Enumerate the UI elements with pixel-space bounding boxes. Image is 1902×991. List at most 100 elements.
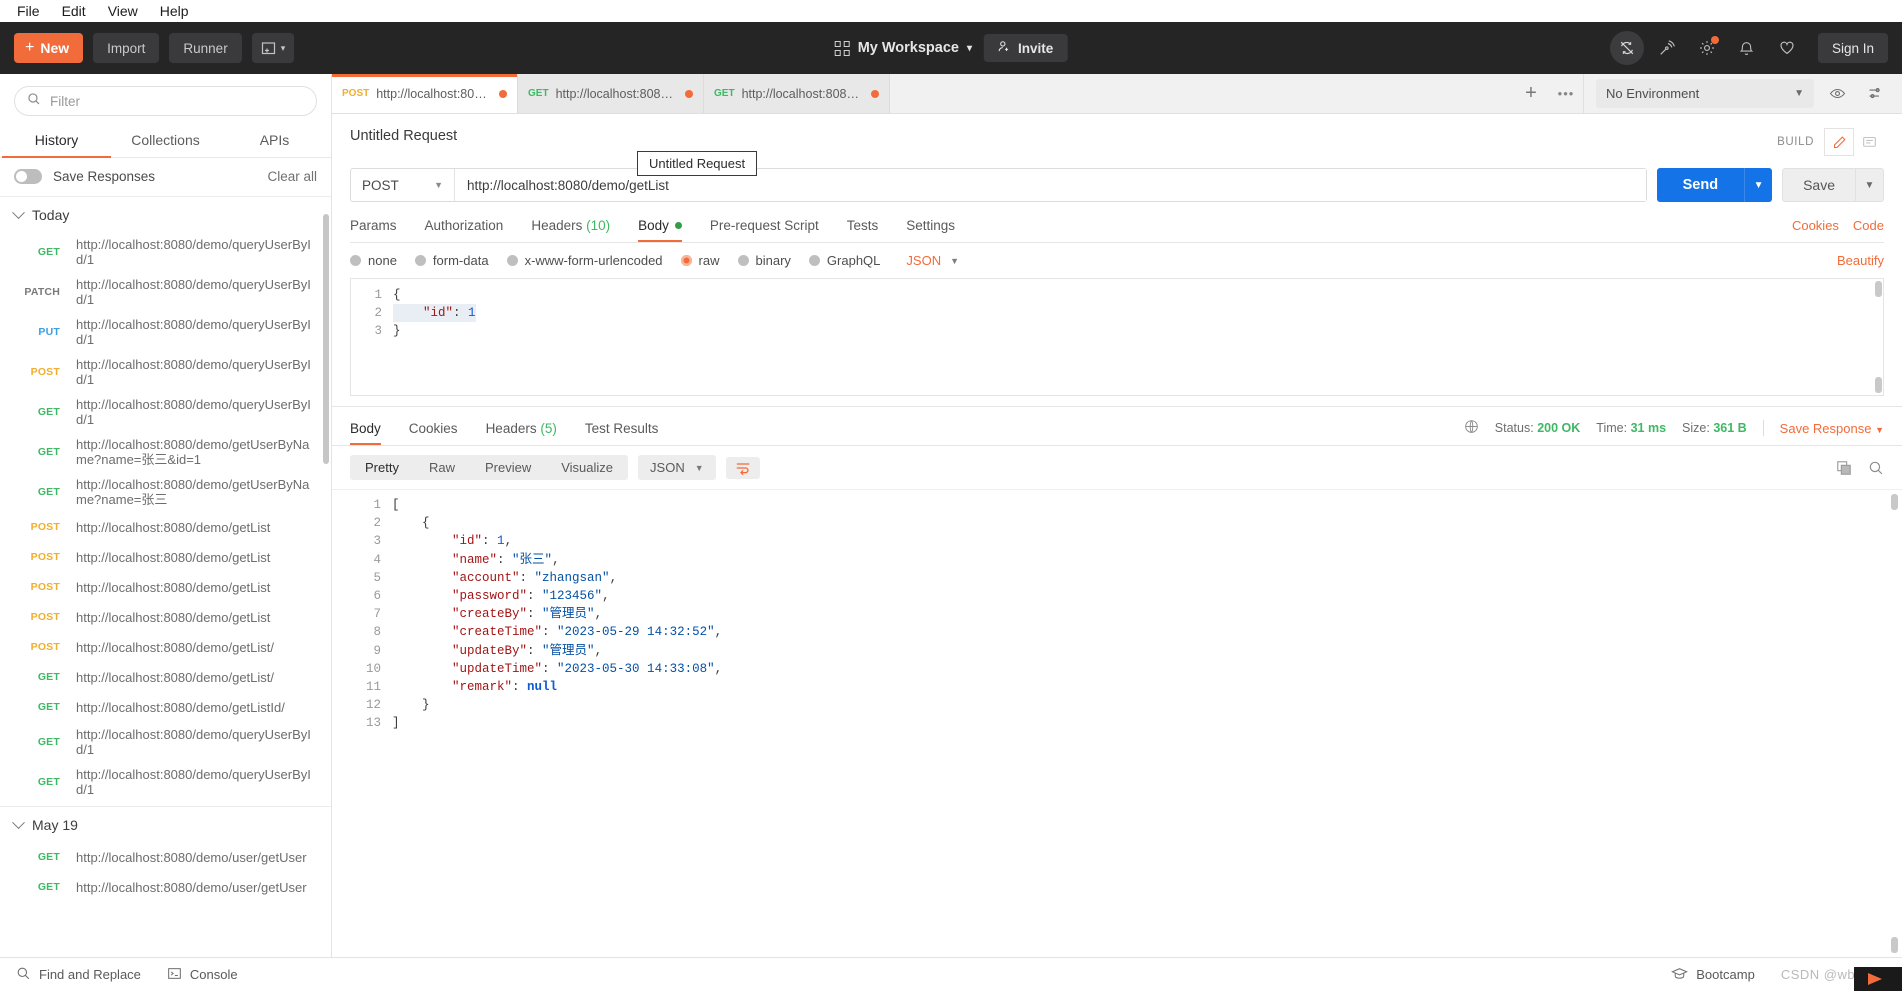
console-button[interactable]: Console <box>167 966 238 984</box>
list-item[interactable]: GET http://localhost:8080/demo/queryUserB… <box>0 232 331 272</box>
unsaved-dot-icon[interactable] <box>499 89 507 98</box>
bell-icon[interactable] <box>1730 31 1764 65</box>
body-type-raw[interactable]: raw <box>680 253 731 268</box>
list-item[interactable]: POST http://localhost:8080/demo/queryUser… <box>0 352 331 392</box>
menu-view[interactable]: View <box>97 0 149 22</box>
request-title[interactable]: Untitled Request <box>350 128 457 144</box>
radio-icon[interactable] <box>680 255 692 266</box>
list-item[interactable]: POST http://localhost:8080/demo/getList/ <box>0 632 331 662</box>
word-wrap-icon[interactable] <box>725 456 760 479</box>
new-button[interactable]: + New <box>14 33 84 63</box>
request-body-code[interactable]: 1{2 "id": 1 3} <box>351 279 1883 340</box>
tab-authorization[interactable]: Authorization <box>411 214 518 242</box>
list-item[interactable]: GET http://localhost:8080/demo/getUserByN… <box>0 432 331 472</box>
request-tab-0[interactable]: POST http://localhost:8080/demo/g... <box>332 74 518 113</box>
body-type-binary[interactable]: binary <box>737 253 802 268</box>
unsaved-dot-icon[interactable] <box>871 89 879 98</box>
eye-icon[interactable] <box>1822 79 1852 108</box>
new-window-button[interactable]: ▾ <box>251 33 295 63</box>
workspace-selector[interactable]: My Workspace ▾ <box>834 40 972 56</box>
heart-icon[interactable] <box>1770 31 1804 65</box>
list-item[interactable]: PUT http://localhost:8080/demo/queryUserB… <box>0 312 331 352</box>
sidebar-tab-history[interactable]: History <box>2 126 111 158</box>
edit-pencil-icon[interactable] <box>1824 128 1854 156</box>
radio-icon[interactable] <box>506 255 518 266</box>
list-item[interactable]: GET http://localhost:8080/demo/queryUserB… <box>0 762 331 802</box>
url-input[interactable] <box>455 169 1646 201</box>
sidebar-tab-collections[interactable]: Collections <box>111 126 220 157</box>
response-tab-headers[interactable]: Headers (5) <box>472 417 571 445</box>
copy-icon[interactable] <box>1836 460 1852 476</box>
beautify-button[interactable]: Beautify <box>1837 253 1884 268</box>
tab-params[interactable]: Params <box>350 214 411 242</box>
history-group-header[interactable]: Today <box>0 197 331 232</box>
sign-in-button[interactable]: Sign In <box>1817 33 1888 63</box>
list-item[interactable]: GET http://localhost:8080/demo/getList/ <box>0 662 331 692</box>
view-mode-preview[interactable]: Preview <box>470 455 546 480</box>
list-item[interactable]: GET http://localhost:8080/demo/user/getUs… <box>0 842 331 872</box>
gear-icon[interactable] <box>1690 31 1724 65</box>
satellite-icon[interactable] <box>1650 31 1684 65</box>
list-item[interactable]: GET http://localhost:8080/demo/getUserByN… <box>0 472 331 512</box>
response-scrollbar-top[interactable] <box>1891 494 1898 510</box>
list-item[interactable]: GET http://localhost:8080/demo/queryUserB… <box>0 722 331 762</box>
comment-icon[interactable] <box>1854 128 1884 156</box>
response-scrollbar-bottom[interactable] <box>1891 937 1898 953</box>
editor-scrollbar-bottom[interactable] <box>1875 377 1882 393</box>
response-body-code[interactable]: 1[2 {3 "id": 1, 4 "name": "张三", 5 "account… <box>332 490 1902 733</box>
view-mode-raw[interactable]: Raw <box>414 455 470 480</box>
send-button[interactable]: Send <box>1656 168 1745 202</box>
tab-options-button[interactable]: ••• <box>1549 74 1583 113</box>
list-item[interactable]: GET http://localhost:8080/demo/user/getUs… <box>0 872 331 902</box>
response-tab-body[interactable]: Body <box>350 417 395 445</box>
find-and-replace-button[interactable]: Find and Replace <box>16 966 141 984</box>
runner-button[interactable]: Runner <box>169 33 242 63</box>
sync-off-icon[interactable] <box>1609 31 1644 65</box>
tab-settings[interactable]: Settings <box>892 214 969 242</box>
search-input[interactable] <box>50 93 304 109</box>
method-select[interactable]: POST ▼ <box>351 169 455 201</box>
code-link[interactable]: Code <box>1853 218 1884 233</box>
cookies-link[interactable]: Cookies <box>1792 218 1839 233</box>
unsaved-dot-icon[interactable] <box>685 89 693 98</box>
tab-body[interactable]: Body <box>624 214 696 242</box>
filter-box[interactable] <box>14 86 317 116</box>
request-tab-2[interactable]: GET http://localhost:8080/demo/qu... <box>704 74 890 113</box>
list-item[interactable]: POST http://localhost:8080/demo/getList <box>0 542 331 572</box>
radio-icon[interactable] <box>737 255 749 266</box>
save-response-button[interactable]: Save Response ▼ <box>1780 421 1884 436</box>
clear-all-button[interactable]: Clear all <box>267 169 317 184</box>
save-options-button[interactable]: ▼ <box>1856 168 1884 202</box>
view-mode-pretty[interactable]: Pretty <box>350 455 414 480</box>
body-type-form-data[interactable]: form-data <box>414 253 500 268</box>
save-responses-toggle[interactable] <box>14 169 42 184</box>
save-button[interactable]: Save <box>1782 168 1856 202</box>
send-options-button[interactable]: ▼ <box>1744 168 1773 202</box>
view-mode-visualize[interactable]: Visualize <box>546 455 628 480</box>
response-body[interactable]: 1[2 {3 "id": 1, 4 "name": "张三", 5 "account… <box>332 489 1902 957</box>
list-item[interactable]: POST http://localhost:8080/demo/getList <box>0 602 331 632</box>
body-type-none[interactable]: none <box>350 253 408 268</box>
raw-format-select[interactable]: JSON ▼ <box>906 253 959 268</box>
response-format-select[interactable]: JSON ▼ <box>638 455 716 480</box>
sidebar-tab-apis[interactable]: APIs <box>220 126 329 157</box>
history-group-header[interactable]: May 19 <box>0 806 331 842</box>
bootcamp-button[interactable]: Bootcamp <box>1671 966 1755 984</box>
response-tab-cookies[interactable]: Cookies <box>395 417 472 445</box>
list-item[interactable]: POST http://localhost:8080/demo/getList <box>0 572 331 602</box>
history-list[interactable]: Today GET http://localhost:8080/demo/query… <box>0 197 331 957</box>
body-type-x-www-form-urlencoded[interactable]: x-www-form-urlencoded <box>506 253 674 268</box>
list-item[interactable]: GET http://localhost:8080/demo/queryUserB… <box>0 392 331 432</box>
list-item[interactable]: POST http://localhost:8080/demo/getList <box>0 512 331 542</box>
tab-tests[interactable]: Tests <box>833 214 893 242</box>
request-tab-1[interactable]: GET http://localhost:8080/demo/get... <box>518 74 704 113</box>
radio-icon[interactable] <box>414 255 426 266</box>
environment-selector[interactable]: No Environment ▼ <box>1596 79 1814 108</box>
body-type-graphql[interactable]: GraphQL <box>808 253 891 268</box>
menu-edit[interactable]: Edit <box>51 0 97 22</box>
radio-icon[interactable] <box>808 255 820 266</box>
new-tab-button[interactable]: + <box>1513 74 1549 113</box>
request-body-editor[interactable]: 1{2 "id": 1 3} <box>350 278 1884 396</box>
tab-headers[interactable]: Headers (10) <box>517 214 624 242</box>
invite-button[interactable]: Invite <box>984 34 1068 62</box>
